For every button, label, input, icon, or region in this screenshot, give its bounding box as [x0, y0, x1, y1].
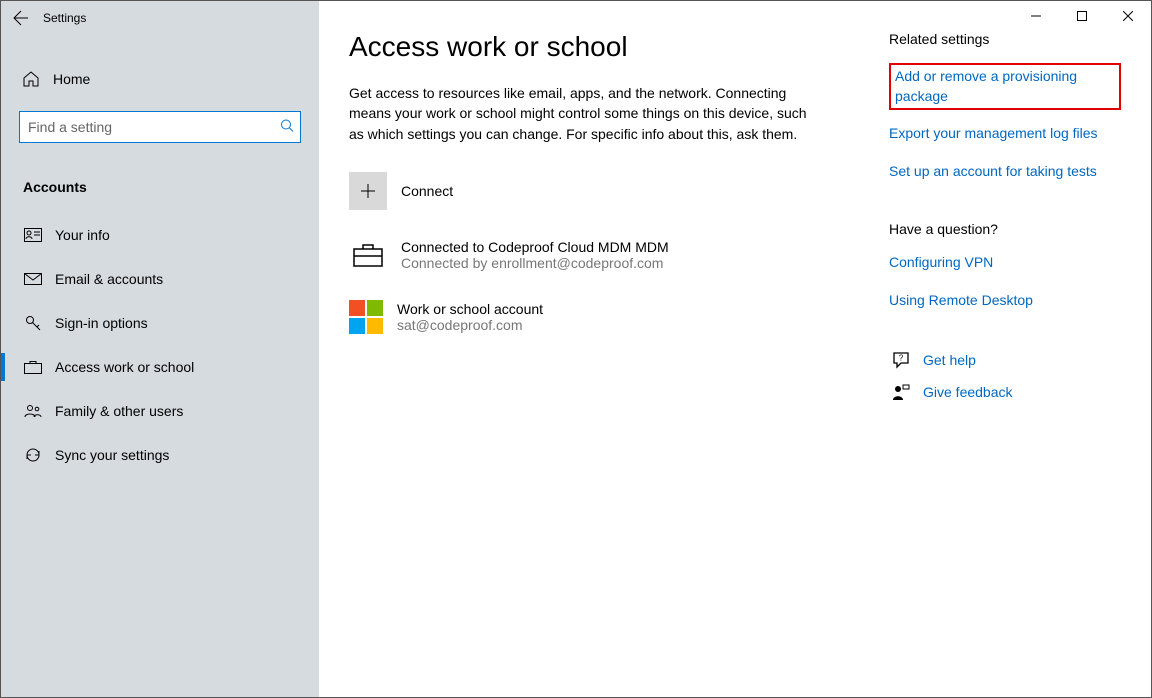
search-icon — [280, 119, 294, 136]
sidebar-item-label: Email & accounts — [55, 271, 163, 287]
plus-icon — [360, 183, 376, 199]
sidebar: Settings Home Accounts Your info — [1, 1, 319, 697]
home-nav[interactable]: Home — [1, 59, 319, 99]
page-title: Access work or school — [349, 31, 865, 63]
sidebar-item-your-info[interactable]: Your info — [1, 213, 319, 257]
link-provisioning-package[interactable]: Add or remove a provisioning package — [889, 63, 1121, 110]
window-title: Settings — [43, 11, 86, 25]
have-question-heading: Have a question? — [889, 221, 1121, 237]
sidebar-item-email[interactable]: Email & accounts — [1, 257, 319, 301]
sidebar-item-label: Sign-in options — [55, 315, 148, 331]
link-test-account[interactable]: Set up an account for taking tests — [889, 162, 1121, 182]
sidebar-item-label: Family & other users — [55, 403, 183, 419]
svg-text:?: ? — [899, 353, 904, 362]
maximize-icon — [1077, 11, 1087, 21]
work-account-subtitle: sat@codeproof.com — [397, 317, 543, 333]
sidebar-item-sync[interactable]: Sync your settings — [1, 433, 319, 477]
mdm-account-item[interactable]: Connected to Codeproof Cloud MDM MDM Con… — [349, 236, 865, 274]
give-feedback-link[interactable]: Give feedback — [889, 383, 1121, 401]
sidebar-item-signin[interactable]: Sign-in options — [1, 301, 319, 345]
sync-icon — [23, 446, 43, 464]
link-remote-desktop[interactable]: Using Remote Desktop — [889, 291, 1121, 311]
link-configuring-vpn[interactable]: Configuring VPN — [889, 253, 1121, 273]
help-chat-icon: ? — [889, 351, 913, 369]
sidebar-item-label: Sync your settings — [55, 447, 169, 463]
mail-icon — [23, 273, 43, 285]
feedback-person-icon — [889, 383, 913, 401]
work-account-title: Work or school account — [397, 301, 543, 317]
page-description: Get access to resources like email, apps… — [349, 83, 809, 144]
sidebar-item-family[interactable]: Family & other users — [1, 389, 319, 433]
back-button[interactable] — [1, 1, 41, 35]
search-box[interactable] — [19, 111, 301, 143]
briefcase-icon — [23, 360, 43, 374]
sidebar-item-label: Access work or school — [55, 359, 194, 375]
close-icon — [1123, 11, 1133, 21]
plus-tile — [349, 172, 387, 210]
minimize-button[interactable] — [1013, 1, 1059, 31]
connect-label: Connect — [401, 183, 453, 199]
main-panel: Access work or school Get access to reso… — [319, 1, 1151, 697]
search-input[interactable] — [20, 112, 300, 142]
work-account-item[interactable]: Work or school account sat@codeproof.com — [349, 300, 865, 334]
minimize-icon — [1031, 11, 1041, 21]
person-card-icon — [23, 228, 43, 242]
briefcase-icon — [349, 236, 387, 274]
sidebar-item-access-work[interactable]: Access work or school — [1, 345, 319, 389]
home-label: Home — [53, 71, 90, 87]
get-help-label: Get help — [923, 352, 976, 368]
key-icon — [23, 314, 43, 332]
close-button[interactable] — [1105, 1, 1151, 31]
give-feedback-label: Give feedback — [923, 384, 1013, 400]
mdm-subtitle: Connected by enrollment@codeproof.com — [401, 255, 669, 271]
sidebar-section-title: Accounts — [23, 179, 319, 195]
mdm-title: Connected to Codeproof Cloud MDM MDM — [401, 239, 669, 255]
people-icon — [23, 404, 43, 418]
sidebar-item-label: Your info — [55, 227, 110, 243]
get-help-link[interactable]: ? Get help — [889, 351, 1121, 369]
home-icon — [21, 70, 41, 88]
link-export-logs[interactable]: Export your management log files — [889, 124, 1121, 144]
back-arrow-icon — [13, 10, 29, 26]
connect-button[interactable]: Connect — [349, 172, 865, 210]
maximize-button[interactable] — [1059, 1, 1105, 31]
related-settings-heading: Related settings — [889, 31, 1121, 47]
microsoft-logo-icon — [349, 300, 383, 334]
